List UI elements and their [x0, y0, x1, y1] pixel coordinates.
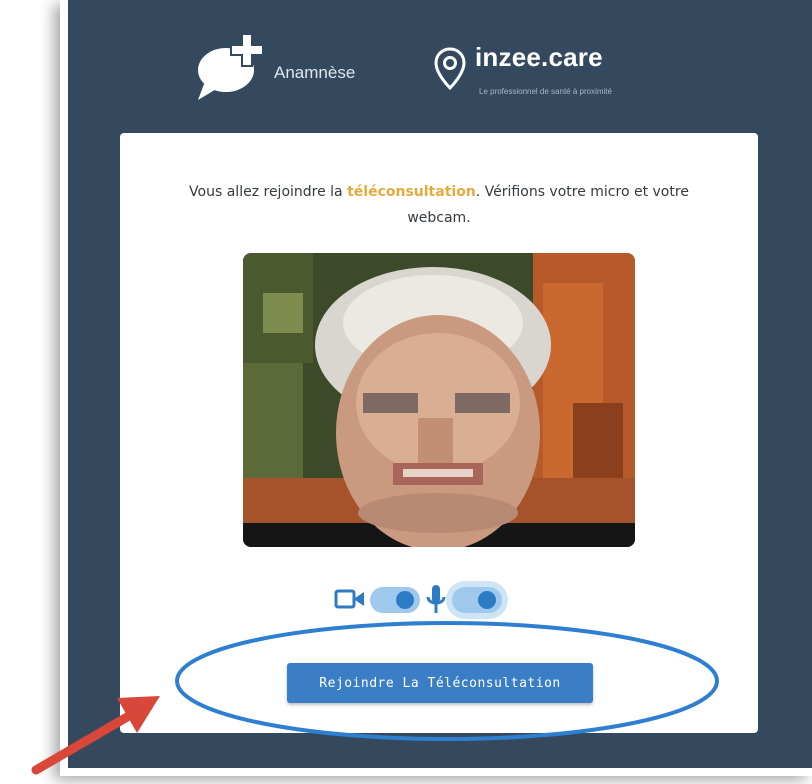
intro-highlight: téléconsultation — [347, 184, 476, 200]
intro-text-start: Vous allez rejoindre la — [189, 184, 348, 200]
microphone-toggle-knob — [478, 591, 496, 609]
teleconsultation-app: Anamnèse inzee.care Le professionnel de … — [68, 0, 812, 768]
media-controls — [330, 579, 550, 619]
microphone-toggle[interactable] — [452, 587, 502, 613]
microphone-icon — [426, 585, 446, 613]
speech-bubble-plus-icon — [198, 33, 264, 100]
anamnese-logo: Anamnèse — [196, 32, 355, 100]
camera-toggle[interactable] — [370, 587, 420, 613]
camera-toggle-knob — [396, 591, 414, 609]
app-name: Anamnèse — [274, 63, 356, 82]
join-teleconsultation-button[interactable]: Rejoindre La Téléconsultation — [287, 663, 593, 703]
header: Anamnèse inzee.care Le professionnel de … — [68, 0, 812, 125]
preview-card: Vous allez rejoindre la téléconsultation… — [120, 133, 758, 733]
brand-name: inzee.care — [475, 42, 603, 72]
intro-text: Vous allez rejoindre la téléconsultation… — [160, 179, 718, 231]
webcam-preview — [243, 253, 635, 547]
camera-icon — [334, 589, 364, 609]
location-pin-icon — [434, 47, 466, 91]
brand-tagline: Le professionnel de santé à proximité — [479, 87, 612, 96]
webcam-preview-image — [243, 253, 635, 547]
